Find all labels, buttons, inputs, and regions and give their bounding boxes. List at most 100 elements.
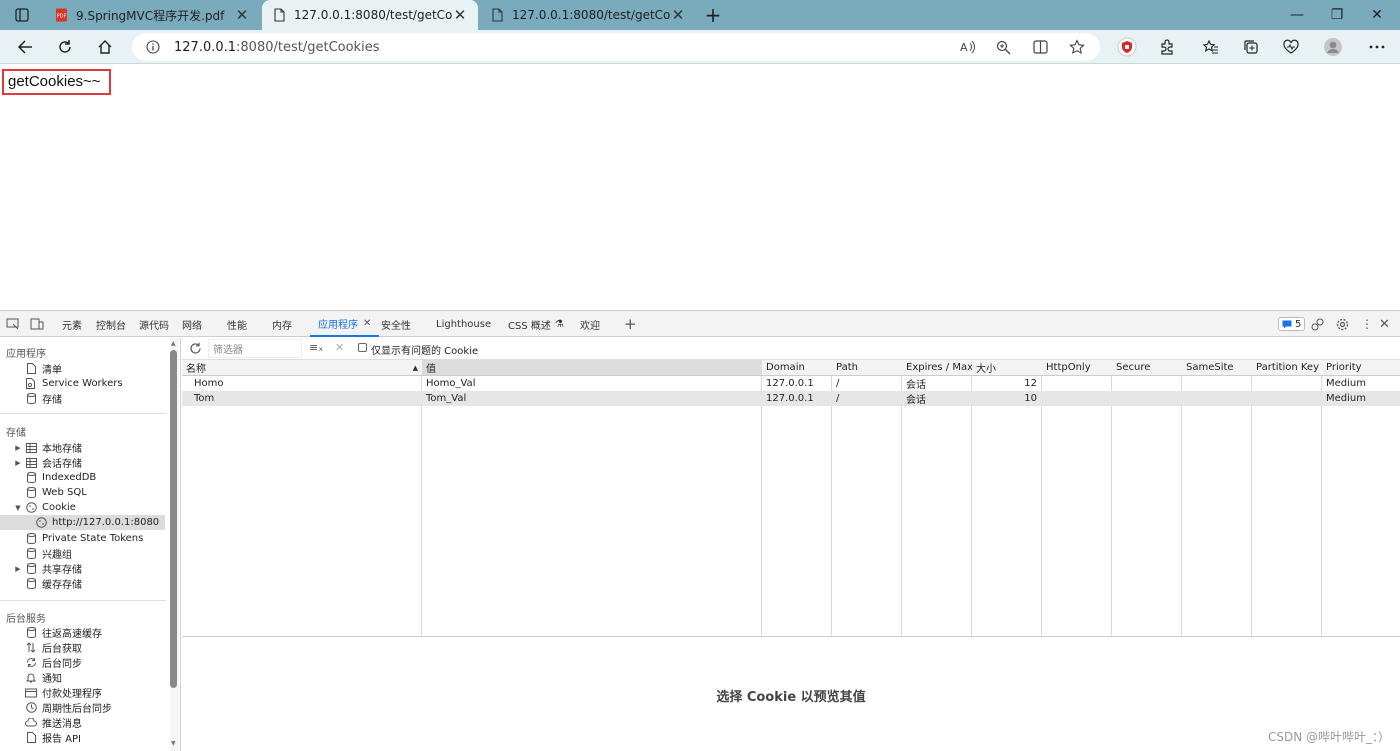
sidebar-item-notifications[interactable]: 通知 bbox=[12, 670, 62, 685]
close-icon[interactable]: ✕ bbox=[363, 318, 371, 329]
header-path[interactable]: Path bbox=[832, 360, 902, 376]
close-window-button[interactable]: ✕ bbox=[1354, 0, 1400, 30]
header-samesite[interactable]: SameSite bbox=[1182, 360, 1252, 376]
sidebar-item-manifest[interactable]: 清单 bbox=[12, 361, 62, 376]
split-screen-icon[interactable] bbox=[1033, 40, 1048, 54]
sidebar-item-private-state-tokens[interactable]: Private State Tokens bbox=[12, 531, 143, 546]
sidebar-item-cache-storage[interactable]: 缓存存储 bbox=[12, 576, 82, 591]
shield-extension-icon[interactable] bbox=[1110, 30, 1144, 64]
header-secure[interactable]: Secure bbox=[1112, 360, 1182, 376]
filter-input[interactable]: 筛选器 bbox=[208, 339, 302, 358]
extensions-icon[interactable] bbox=[1150, 30, 1184, 64]
sidebar-item-shared-storage[interactable]: ▶ 共享存储 bbox=[12, 561, 82, 576]
sidebar-scroll-thumb[interactable] bbox=[170, 350, 177, 688]
sidebar-item-storage[interactable]: 存储 bbox=[12, 391, 62, 406]
sidebar-item-session-storage[interactable]: ▶ 会话存储 bbox=[12, 455, 82, 470]
tab-sources[interactable]: 源代码 bbox=[139, 311, 169, 337]
sidebar-item-payment-handler[interactable]: 付款处理程序 bbox=[12, 685, 102, 700]
read-aloud-icon[interactable]: A bbox=[960, 40, 976, 54]
sidebar-item-websql[interactable]: Web SQL bbox=[12, 485, 87, 500]
url-host: 127.0.0.1 bbox=[174, 39, 237, 55]
tab-console[interactable]: 控制台 bbox=[96, 311, 126, 337]
refresh-icon[interactable] bbox=[48, 30, 82, 64]
tab-application[interactable]: 应用程序 ✕ bbox=[310, 311, 380, 337]
close-icon[interactable]: ✕ bbox=[452, 7, 468, 23]
header-httponly[interactable]: HttpOnly bbox=[1042, 360, 1112, 376]
only-issues-label: 仅显示有问题的 Cookie bbox=[371, 346, 479, 357]
expand-arrow-icon[interactable]: ▶ bbox=[12, 565, 24, 573]
collapse-arrow-icon[interactable]: ▼ bbox=[12, 504, 24, 512]
header-size[interactable]: 大小 bbox=[972, 360, 1042, 376]
devtools-panel: 元素 控制台 源代码 网络 性能 内存 应用程序 ✕ 安全性 Lighthouse… bbox=[0, 310, 1400, 751]
sidebar-item-local-storage[interactable]: ▶ 本地存储 bbox=[12, 440, 82, 455]
more-menu-icon[interactable] bbox=[1360, 30, 1394, 64]
header-priority[interactable]: Priority bbox=[1322, 360, 1400, 376]
collections-icon[interactable] bbox=[1234, 30, 1268, 64]
refresh-icon[interactable] bbox=[189, 342, 202, 355]
cookie-icon bbox=[34, 517, 48, 529]
sidebar-item-cookie[interactable]: ▼ Cookie bbox=[12, 500, 76, 515]
devtools-more-icon[interactable]: ⋮ bbox=[1361, 311, 1373, 337]
tab-elements[interactable]: 元素 bbox=[62, 311, 82, 337]
tab-actions-icon[interactable] bbox=[0, 0, 44, 30]
favorites-icon[interactable] bbox=[1194, 30, 1228, 64]
more-tabs-plus-icon[interactable]: + bbox=[624, 311, 637, 337]
sidebar-item-periodic-sync[interactable]: 周期性后台同步 bbox=[12, 700, 112, 715]
profile-avatar[interactable] bbox=[1316, 30, 1350, 64]
close-icon[interactable]: ✕ bbox=[234, 7, 250, 23]
only-issues-checkbox[interactable] bbox=[358, 343, 367, 352]
new-tab-button[interactable]: + bbox=[696, 0, 730, 30]
address-toolbar: 127.0.0.1:8080/test/getCookies A bbox=[0, 30, 1400, 64]
header-domain[interactable]: Domain bbox=[762, 360, 832, 376]
inspect-icon[interactable] bbox=[6, 311, 20, 337]
card-icon bbox=[24, 687, 38, 699]
scroll-up-arrow-icon[interactable]: ▲ bbox=[171, 340, 176, 347]
delete-selected-icon[interactable]: ✕ bbox=[335, 341, 344, 354]
tab-welcome[interactable]: 欢迎 bbox=[580, 311, 600, 337]
info-icon[interactable] bbox=[146, 40, 160, 54]
device-toggle-icon[interactable] bbox=[30, 311, 44, 337]
tab-css-overview[interactable]: CSS 概述 ⚗ bbox=[508, 311, 564, 337]
tab-memory[interactable]: 内存 bbox=[272, 311, 292, 337]
close-icon[interactable]: ✕ bbox=[670, 7, 686, 23]
sidebar-item-bfcache[interactable]: 往返高速缓存 bbox=[12, 625, 102, 640]
browser-tab-pdf[interactable]: PDF 9.SpringMVC程序开发.pdf ✕ bbox=[44, 0, 260, 30]
header-expires[interactable]: Expires / Max... bbox=[902, 360, 972, 376]
browser-tab-getcookie[interactable]: 127.0.0.1:8080/test/getCookie ✕ bbox=[480, 0, 696, 30]
close-devtools-icon[interactable]: ✕ bbox=[1379, 311, 1390, 337]
clear-all-icon[interactable]: ≡ₓ bbox=[309, 341, 323, 354]
settings-gear-icon[interactable] bbox=[1336, 311, 1349, 337]
expand-arrow-icon[interactable]: ▶ bbox=[12, 444, 24, 452]
tab-network[interactable]: 网络 bbox=[182, 311, 202, 337]
issues-badge[interactable]: 5 bbox=[1278, 311, 1306, 337]
browser-essentials-icon[interactable] bbox=[1274, 30, 1308, 64]
scroll-down-arrow-icon[interactable]: ▼ bbox=[171, 740, 176, 747]
header-partition-key[interactable]: Partition Key bbox=[1252, 360, 1322, 376]
back-icon[interactable] bbox=[8, 30, 42, 64]
tab-performance[interactable]: 性能 bbox=[227, 311, 247, 337]
sidebar-item-label: 兴趣组 bbox=[42, 550, 72, 561]
table-row[interactable]: Tom Tom_Val 127.0.0.1 / 会话 10 Medium bbox=[182, 391, 1400, 406]
cell-expires: 会话 bbox=[906, 380, 926, 391]
sidebar-item-cookie-origin[interactable]: http://127.0.0.1:8080 bbox=[0, 515, 165, 530]
sidebar-item-indexeddb[interactable]: IndexedDB bbox=[12, 470, 96, 485]
tab-lighthouse[interactable]: Lighthouse bbox=[436, 311, 491, 337]
table-row[interactable]: Homo Homo_Val 127.0.0.1 / 会话 12 Medium bbox=[182, 376, 1400, 391]
sidebar-item-service-workers[interactable]: Service Workers bbox=[12, 376, 123, 391]
sidebar-item-reporting-api[interactable]: 报告 API bbox=[12, 730, 81, 745]
sidebar-item-background-sync[interactable]: 后台同步 bbox=[12, 655, 82, 670]
header-name[interactable]: 名称 ▲ bbox=[182, 360, 422, 376]
sidebar-item-interest-groups[interactable]: 兴趣组 bbox=[12, 546, 72, 561]
favorite-star-icon[interactable] bbox=[1069, 39, 1085, 55]
url-bar[interactable]: 127.0.0.1:8080/test/getCookies A bbox=[132, 33, 1100, 61]
connect-icon[interactable] bbox=[1311, 311, 1324, 337]
expand-arrow-icon[interactable]: ▶ bbox=[12, 459, 24, 467]
sidebar-item-push-messaging[interactable]: 推送消息 bbox=[12, 715, 82, 730]
tab-security[interactable]: 安全性 bbox=[381, 311, 411, 337]
zoom-icon[interactable] bbox=[996, 40, 1011, 55]
sidebar-item-label: 往返高速缓存 bbox=[42, 629, 102, 640]
sidebar-item-background-fetch[interactable]: 后台获取 bbox=[12, 640, 82, 655]
browser-tab-getcookies[interactable]: 127.0.0.1:8080/test/getCookies ✕ bbox=[262, 0, 478, 30]
home-icon[interactable] bbox=[88, 30, 122, 64]
header-value[interactable]: 值 bbox=[422, 360, 762, 376]
